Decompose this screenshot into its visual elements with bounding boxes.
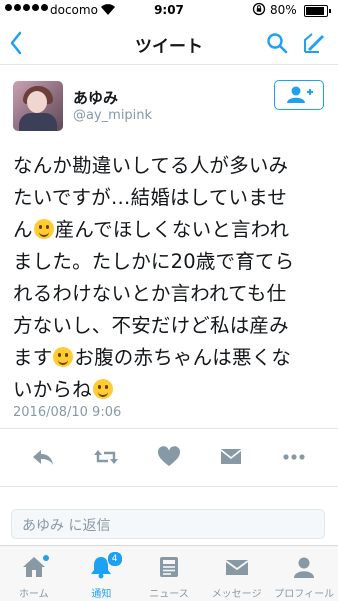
battery-percent: 80% [270,3,297,17]
smiling-face-emoji-icon [53,347,74,367]
tweet-timestamp: 2016/08/10 9:06 [13,405,122,420]
tweet-line: 方ないし、不安だけど私は産み [13,314,289,337]
navigation-bar: ツイート [0,20,338,65]
new-content-dot [43,555,49,561]
battery-icon [304,5,331,17]
smiling-face-emoji-icon [33,219,54,239]
tab-notifications[interactable]: 4 通知 [68,546,136,601]
avatar[interactable] [13,81,63,131]
tab-bar: ホーム 4 通知 ニュース メッセージ プロフィール [0,545,338,601]
tab-label: ニュース [149,589,189,600]
divider [0,428,338,429]
like-heart-icon[interactable] [156,445,182,469]
envelope-icon [225,560,249,575]
tab-profile[interactable]: プロフィール [270,546,338,601]
more-options-icon[interactable] [281,445,307,469]
tab-label: 通知 [91,589,112,600]
tab-news[interactable]: ニュース [135,546,203,601]
tab-label: プロフィール [274,589,335,600]
notification-count-badge: 4 [106,551,123,567]
tweet-line: ん産んでほしくないと言われ [13,218,290,241]
follow-button[interactable] [274,80,324,110]
status-bar: docomo 9:07 80% [0,0,338,20]
author-handle[interactable]: @ay_mipink [73,108,152,123]
direct-message-icon[interactable] [218,445,244,469]
tweet-text: なんか勘違いしてる人が多いみ たいですが…結婚はしていませ ん産んでほしくないと… [13,150,331,406]
tab-home[interactable]: ホーム [0,546,68,601]
tweet-line: れるわけないとか言われても仕 [13,282,287,305]
tab-label: ホーム [18,589,49,600]
person-icon [294,557,315,578]
reply-icon[interactable] [30,445,56,469]
add-user-icon [287,86,313,103]
tab-messages[interactable]: メッセージ [203,546,271,601]
tweet-line: ます お腹の赤ちゃんは悪くな [13,346,292,369]
tab-label: メッセージ [211,589,262,600]
rotation-lock-icon [252,2,266,16]
tweet-line: ました。たしかに20歳で育てら [13,250,295,273]
tweet-line: たいですが…結婚はしていませ [13,186,288,209]
news-icon [159,557,178,577]
tweet-line: なんか勘違いしてる人が多いみ [13,154,289,177]
tweet-line: いからね [13,374,331,406]
relaxed-face-emoji-icon [92,379,113,399]
author-name[interactable]: あゆみ [73,87,118,108]
compose-tweet-icon[interactable] [302,31,326,55]
reply-placeholder: あゆみ に返信 [22,518,111,534]
retweet-icon[interactable] [93,445,119,469]
search-icon[interactable] [266,32,288,54]
